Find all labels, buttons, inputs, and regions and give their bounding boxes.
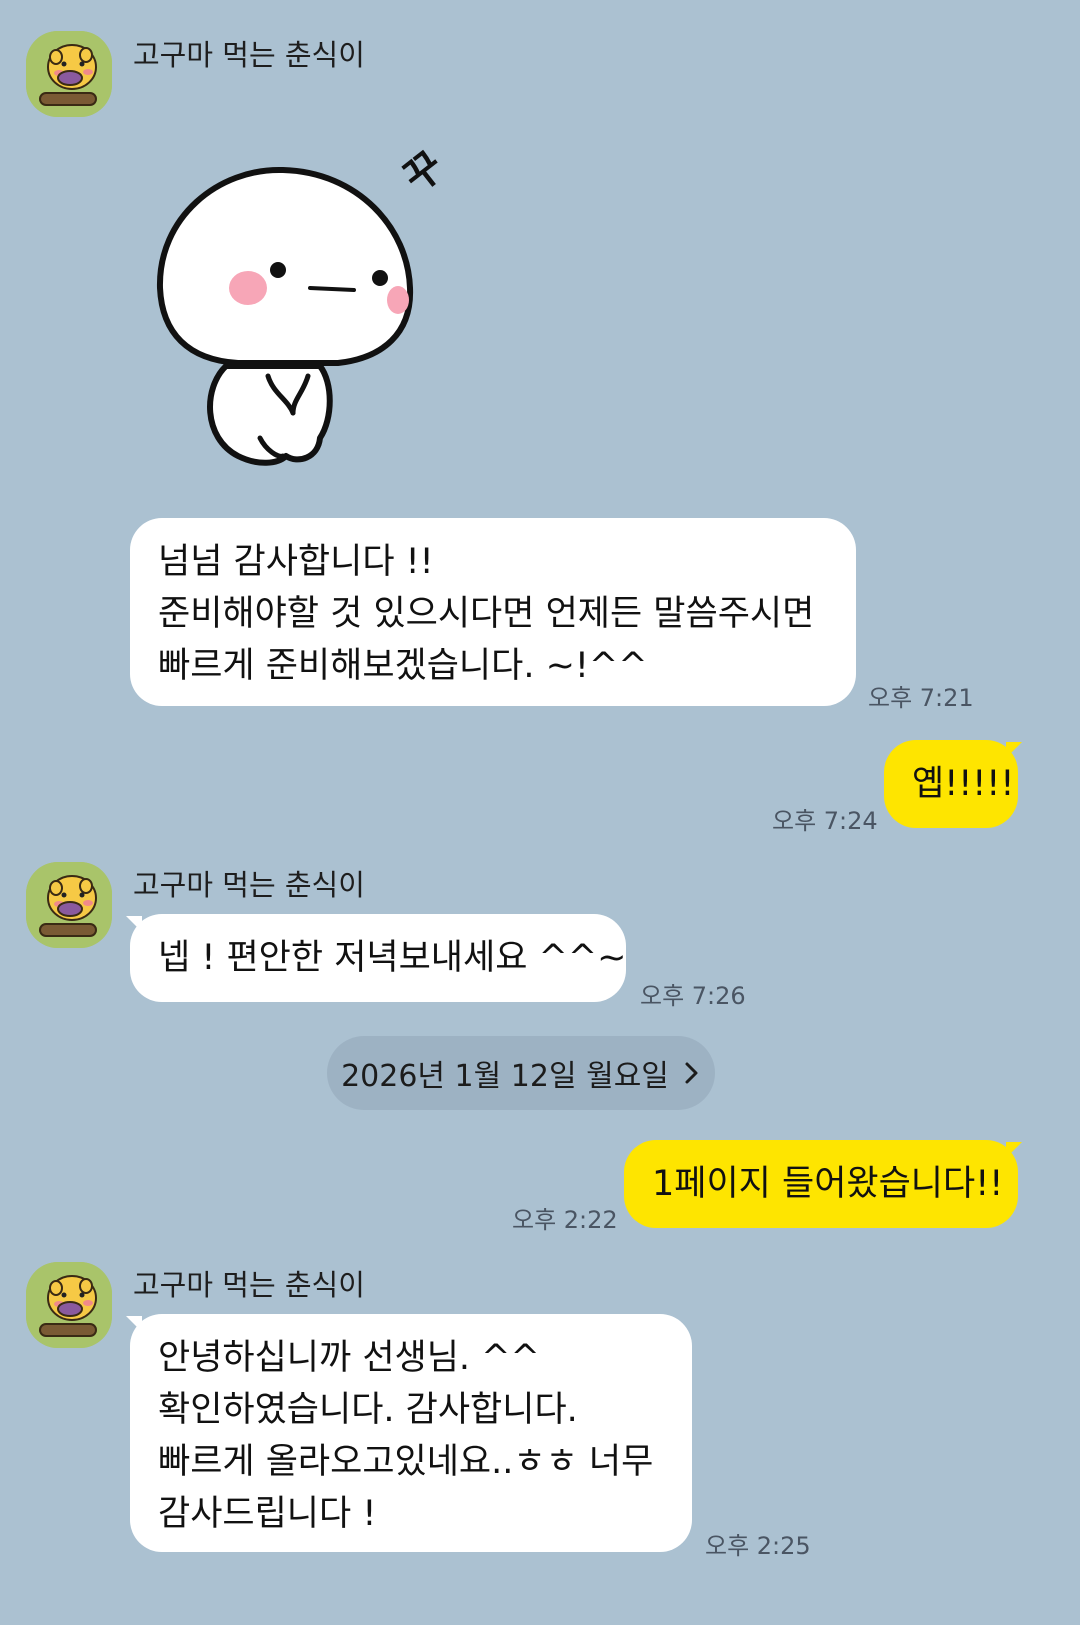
sticker[interactable]: 꾸 bbox=[148, 138, 488, 488]
date-divider[interactable]: 2026년 1월 12일 월요일 bbox=[327, 1036, 715, 1110]
sender-name: 고구마 먹는 춘식이 bbox=[133, 868, 365, 902]
message-time: 오후 2:25 bbox=[705, 1532, 811, 1560]
chunsik-avatar-icon bbox=[26, 862, 112, 948]
chevron-right-icon bbox=[685, 1062, 698, 1084]
message-text: 옙!!!!! bbox=[912, 764, 1015, 804]
incoming-message-bubble[interactable]: 안녕하십니까 선생님. ^^ 확인하였습니다. 감사합니다. 빠르게 올라오고있… bbox=[130, 1314, 692, 1552]
message-line: 준비해야할 것 있으시다면 언제든 말씀주시면 bbox=[158, 594, 815, 634]
date-divider-text: 2026년 1월 12일 월요일 bbox=[341, 1059, 669, 1094]
sender-name: 고구마 먹는 춘식이 bbox=[133, 1268, 365, 1302]
sender-avatar[interactable] bbox=[26, 31, 112, 117]
message-line: 확인하였습니다. 감사합니다. bbox=[158, 1390, 578, 1430]
message-line: 빠르게 올라오고있네요..ㅎㅎ 너무 bbox=[158, 1442, 654, 1482]
sender-name: 고구마 먹는 춘식이 bbox=[133, 38, 365, 72]
bubble-tail bbox=[1006, 1142, 1022, 1158]
chunsik-avatar-icon bbox=[26, 31, 112, 117]
sender-avatar[interactable] bbox=[26, 1262, 112, 1348]
chunsik-avatar-icon bbox=[26, 1262, 112, 1348]
outgoing-message-bubble[interactable]: 옙!!!!! bbox=[884, 740, 1018, 828]
message-line: 넘넘 감사합니다 !! bbox=[158, 542, 434, 582]
sender-avatar[interactable] bbox=[26, 862, 112, 948]
message-text: 넵 ! 편안한 저녁보내세요 ^^~ bbox=[158, 938, 627, 978]
message-time: 오후 7:26 bbox=[640, 982, 746, 1010]
message-time: 오후 7:21 bbox=[868, 684, 974, 712]
bubble-tail bbox=[1006, 742, 1022, 758]
message-time: 오후 2:22 bbox=[512, 1206, 618, 1234]
message-line: 안녕하십니까 선생님. ^^ bbox=[158, 1338, 540, 1378]
message-time: 오후 7:24 bbox=[772, 807, 878, 835]
outgoing-message-bubble[interactable]: 1페이지 들어왔습니다!! bbox=[624, 1140, 1018, 1228]
message-text: 1페이지 들어왔습니다!! bbox=[652, 1164, 1004, 1204]
message-line: 감사드립니다 ! bbox=[158, 1494, 377, 1534]
incoming-message-bubble[interactable]: 넘넘 감사합니다 !! 준비해야할 것 있으시다면 언제든 말씀주시면 빠르게 … bbox=[130, 518, 856, 706]
incoming-message-bubble[interactable]: 넵 ! 편안한 저녁보내세요 ^^~ bbox=[130, 914, 627, 1002]
message-line: 빠르게 준비해보겠습니다. ~!^^ bbox=[158, 646, 648, 686]
